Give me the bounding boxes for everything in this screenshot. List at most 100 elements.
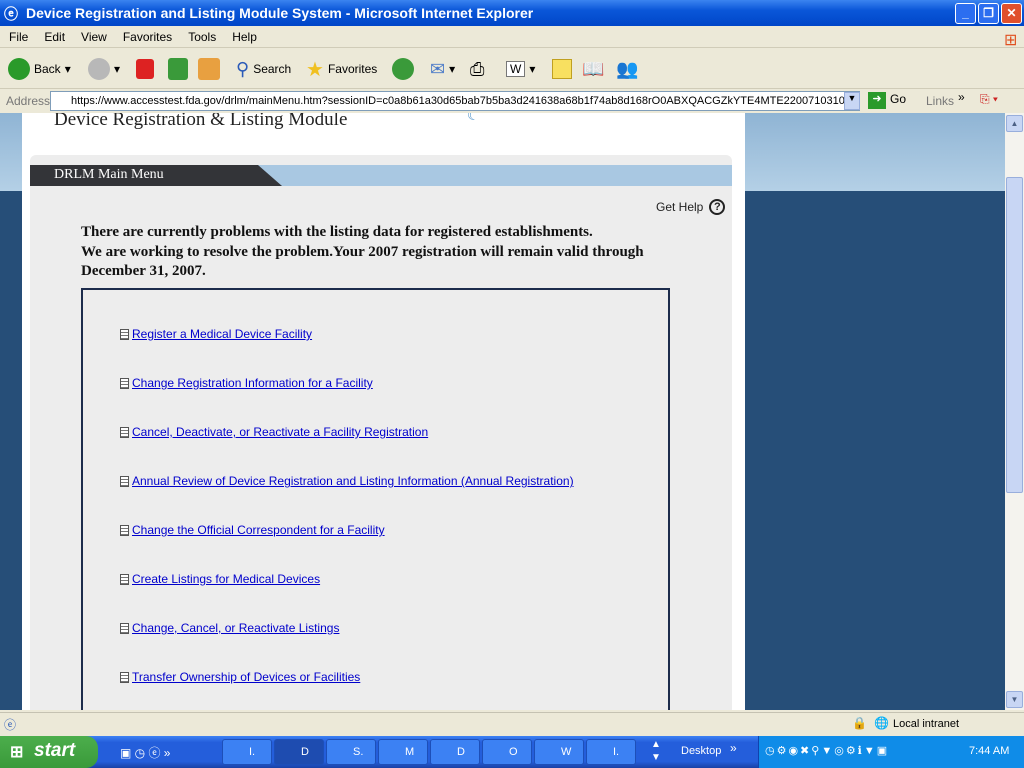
back-arrow-icon [8, 58, 30, 80]
document-icon [120, 524, 129, 536]
go-button[interactable]: ➜ Go [868, 92, 906, 109]
document-icon [120, 328, 129, 340]
document-icon [120, 573, 129, 585]
task-button-active[interactable]: D [274, 739, 324, 765]
address-bar: Address https://www.accesstest.fda.gov/d… [0, 89, 1024, 113]
forward-arrow-icon [88, 58, 110, 80]
chevron-icon[interactable]: » [958, 90, 965, 104]
task-button[interactable]: I. [586, 739, 636, 765]
task-button[interactable]: S. [326, 739, 376, 765]
cancel-registration-link[interactable]: Cancel, Deactivate, or Reactivate a Faci… [132, 425, 428, 439]
history-icon [392, 58, 414, 80]
create-listings-link[interactable]: Create Listings for Medical Devices [132, 572, 320, 586]
toolbar: Back ▾ ▾ ⚲ Search ★ Favorites ✉ ▾ ⎙ W ▾ 📖 👥 [0, 49, 1024, 89]
favorites-button[interactable]: ★ Favorites [306, 57, 377, 81]
help-icon: ? [709, 199, 726, 215]
menu-bar: File Edit View Favorites Tools Help ⊞ [0, 26, 1024, 49]
messenger-button[interactable]: 👥 [616, 57, 638, 81]
note-icon [552, 59, 572, 79]
research-icon: 📖 [582, 58, 605, 79]
window-title: Device Registration and Listing Module S… [26, 5, 534, 21]
document-icon [120, 671, 129, 683]
menu-box: Register a Medical Device Facility Chang… [81, 288, 670, 710]
transfer-ownership-link[interactable]: Transfer Ownership of Devices or Facilit… [132, 670, 360, 684]
scroll-thumb[interactable] [1006, 177, 1023, 493]
start-button[interactable]: ⊞ start [0, 736, 98, 768]
background [0, 113, 22, 191]
refresh-icon [168, 58, 188, 80]
mail-button[interactable]: ✉ ▾ [430, 57, 455, 81]
pdf-icon[interactable]: ⎘ ▾ [980, 92, 998, 107]
change-listings-link[interactable]: Change, Cancel, or Reactivate Listings [132, 621, 339, 635]
menu-favorites[interactable]: Favorites [114, 26, 179, 44]
history-button[interactable] [392, 57, 414, 81]
menu-view[interactable]: View [72, 26, 114, 44]
address-label: Address [6, 94, 51, 108]
page-icon: ⓔ [4, 718, 17, 732]
print-button[interactable]: ⎙ [470, 57, 484, 81]
menu-item: Transfer Ownership of Devices or Facilit… [120, 670, 360, 684]
document-icon [120, 426, 129, 438]
lock-icon: 🔒 [852, 716, 867, 730]
windows-flag-icon: ⊞ [10, 744, 24, 761]
menu-file[interactable]: File [0, 26, 35, 44]
search-button[interactable]: ⚲ Search [236, 57, 291, 81]
task-button[interactable]: D [430, 739, 480, 765]
menu-edit[interactable]: Edit [35, 26, 72, 44]
task-scroll-arrows[interactable]: ▲ ▼ [651, 738, 661, 764]
stop-button[interactable] [136, 57, 154, 81]
browser-viewport: Device Registration & Listing Module ☾ D… [0, 113, 1005, 710]
links-button[interactable]: Links [926, 94, 954, 108]
menu-item: Change the Official Correspondent for a … [120, 523, 385, 537]
go-arrow-icon: ➜ [868, 92, 886, 109]
document-icon [120, 622, 129, 634]
change-correspondent-link[interactable]: Change the Official Correspondent for a … [132, 523, 385, 537]
task-button[interactable]: O [482, 739, 532, 765]
task-button[interactable]: M [378, 739, 428, 765]
ie-icon: ⓔ [4, 6, 18, 22]
quick-launch-icons[interactable]: ▣ ◷ ⓔ » [120, 744, 171, 761]
close-button[interactable]: ✕ [1001, 3, 1022, 24]
menu-header-title: DRLM Main Menu [30, 165, 282, 186]
scroll-up-button[interactable]: ▲ [1006, 115, 1023, 132]
forward-button[interactable]: ▾ [88, 57, 120, 81]
refresh-button[interactable] [168, 57, 188, 81]
document-icon [120, 377, 129, 389]
background [745, 113, 1005, 191]
system-tray: ◷⚙◉✖⚲▼◎⚙ℹ▼▣ 7:44 AM [758, 736, 1024, 768]
edit-button[interactable]: W ▾ [506, 57, 535, 81]
word-icon: W [506, 61, 526, 77]
menu-help[interactable]: Help [223, 26, 264, 44]
printer-icon: ⎙ [470, 58, 485, 79]
address-dropdown[interactable]: ▼ [844, 92, 860, 110]
chevron-icon[interactable]: » [730, 741, 737, 755]
get-help-link[interactable]: Get Help? [656, 199, 726, 215]
menu-item: Cancel, Deactivate, or Reactivate a Faci… [120, 425, 428, 439]
annual-review-link[interactable]: Annual Review of Device Registration and… [132, 474, 574, 488]
task-button[interactable]: W [534, 739, 584, 765]
back-button[interactable]: Back ▾ [8, 57, 71, 81]
menu-tools[interactable]: Tools [179, 26, 223, 44]
tray-icons[interactable]: ◷⚙◉✖⚲▼◎⚙ℹ▼▣ [765, 744, 889, 757]
address-input[interactable]: https://www.accesstest.fda.gov/drlm/main… [50, 91, 860, 111]
security-zone: Local intranet [893, 718, 960, 730]
desktop-toolbar[interactable]: Desktop [681, 745, 721, 757]
home-button[interactable] [198, 57, 220, 81]
change-registration-link[interactable]: Change Registration Information for a Fa… [132, 376, 373, 390]
minimize-button[interactable]: _ [955, 3, 976, 24]
stop-icon [136, 59, 154, 79]
maximize-button[interactable]: ❐ [978, 3, 999, 24]
vertical-scrollbar[interactable]: ▲ ▼ [1005, 113, 1024, 710]
title-bar: ⓔ Device Registration and Listing Module… [0, 0, 1024, 26]
module-title: Device Registration & Listing Module [54, 113, 348, 130]
register-facility-link[interactable]: Register a Medical Device Facility [132, 327, 312, 341]
research-button[interactable]: 📖 [582, 57, 604, 81]
discuss-button[interactable] [552, 57, 572, 81]
status-bar: ⓔ 🔒 🌐 Local intranet [0, 712, 1024, 736]
menu-header-bar: DRLM Main Menu [30, 165, 732, 186]
taskbar: ⊞ start ▣ ◷ ⓔ » I. D S. M D O W I. ▲ ▼ Des… [0, 736, 1024, 768]
task-button[interactable]: I. [222, 739, 272, 765]
menu-item: Change, Cancel, or Reactivate Listings [120, 621, 339, 635]
menu-item: Annual Review of Device Registration and… [120, 474, 574, 488]
scroll-down-button[interactable]: ▼ [1006, 691, 1023, 708]
